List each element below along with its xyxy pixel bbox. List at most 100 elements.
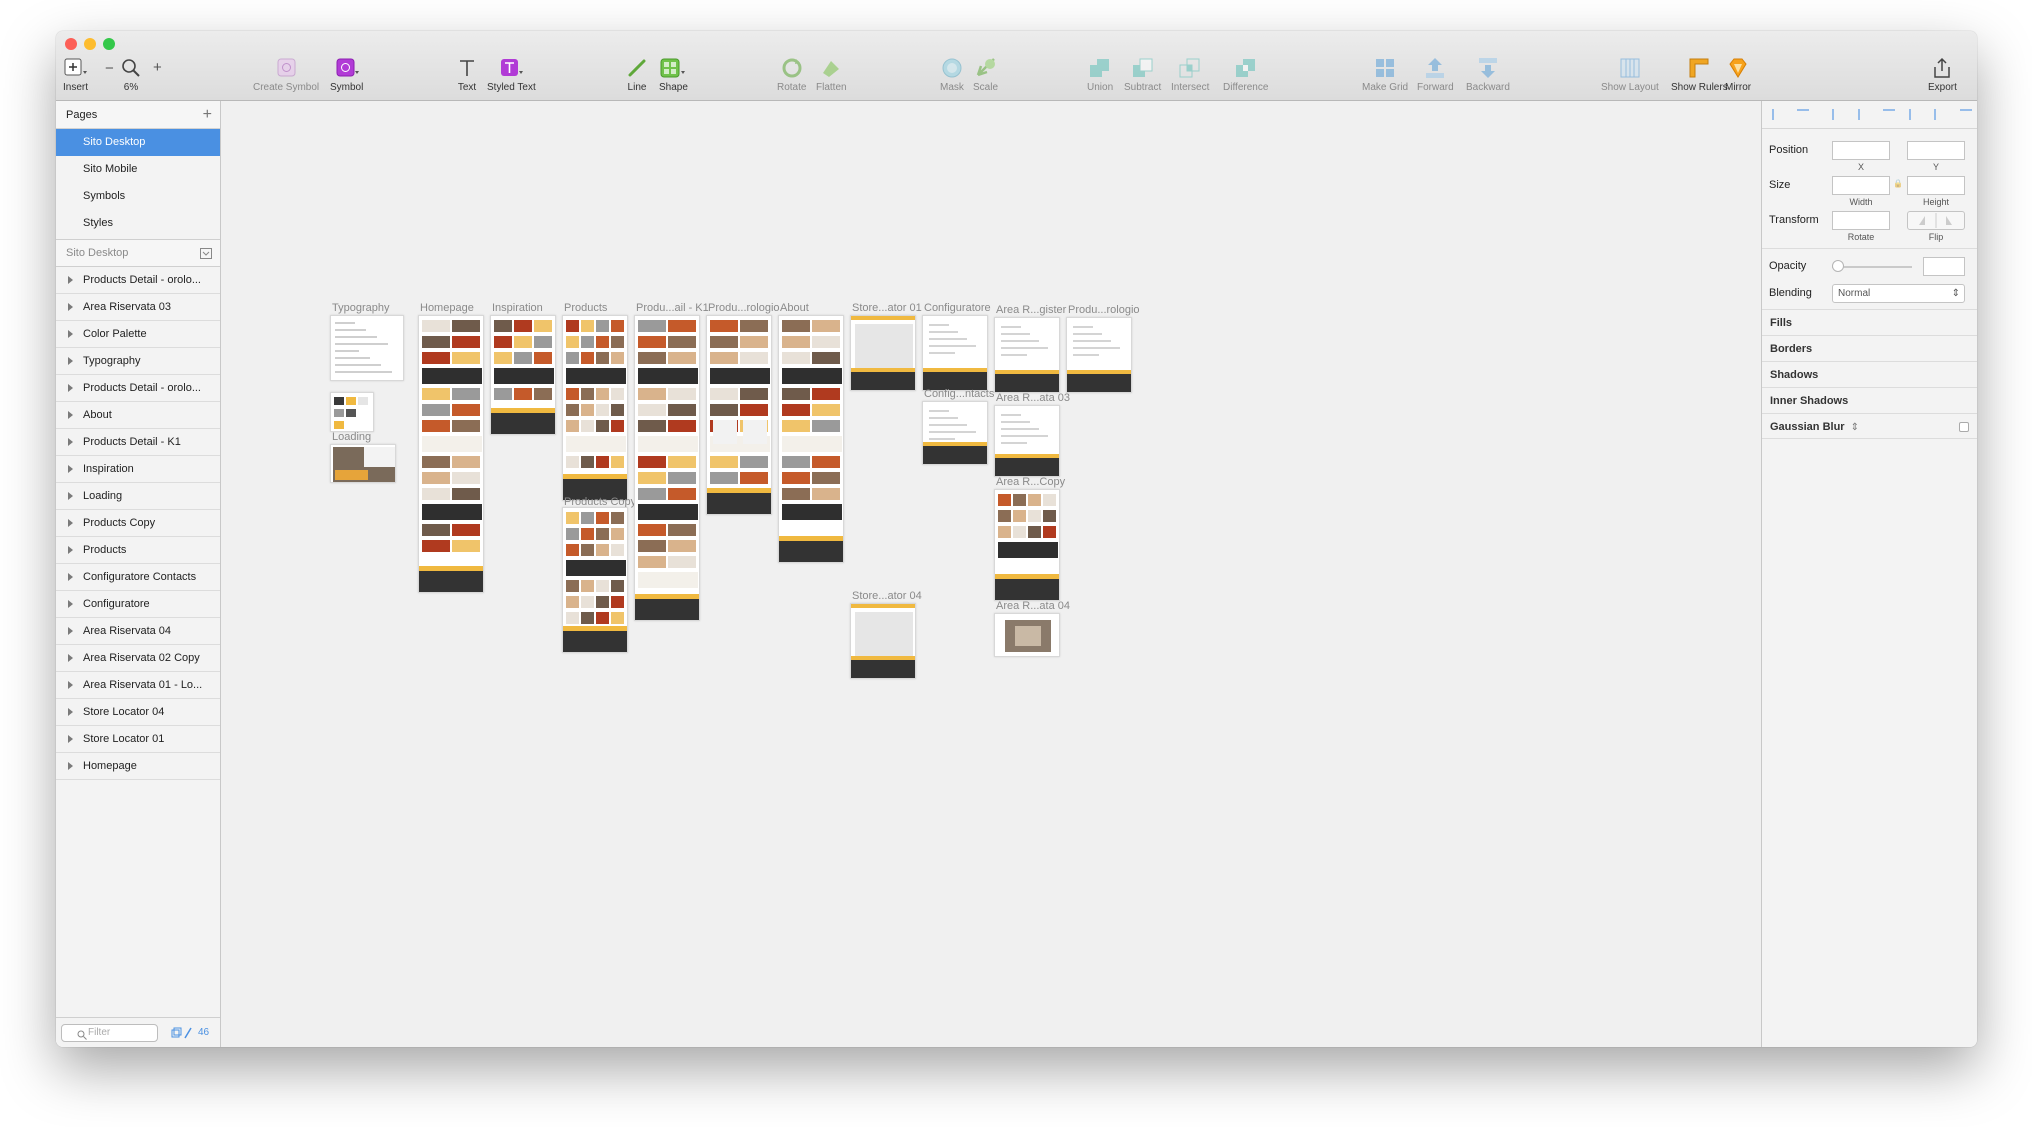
disclosure-triangle-icon[interactable] [68,411,73,419]
shadows-section[interactable]: Shadows [1762,361,1977,387]
align-icon[interactable] [1909,109,1921,120]
artboard-title[interactable]: Configuratore [924,302,991,314]
artboard-thumbnail[interactable] [994,317,1060,393]
insert-button[interactable]: Insert [63,55,88,93]
layer-row[interactable]: Store Locator 01 [56,726,220,753]
align-icon[interactable] [1883,109,1895,120]
x-field[interactable] [1832,141,1890,160]
disclosure-triangle-icon[interactable] [68,600,73,608]
disclosure-triangle-icon[interactable] [68,465,73,473]
rotate-field[interactable] [1832,211,1890,230]
artboard-thumbnail[interactable] [562,507,628,653]
artboard-title[interactable]: Typography [332,302,389,314]
artboard-thumbnail[interactable] [706,315,772,515]
artboard-thumbnail[interactable] [994,405,1060,477]
layer-row[interactable]: Homepage [56,753,220,780]
intersect-button[interactable]: Intersect [1171,55,1209,93]
add-page-icon[interactable]: + [203,106,212,124]
align-icon[interactable] [1960,109,1972,120]
disclosure-triangle-icon[interactable] [68,438,73,446]
artboard-title[interactable]: Area R...Copy [996,476,1065,488]
lock-ratio-icon[interactable]: 🔒 [1893,179,1903,188]
artboard-title[interactable]: Inspiration [492,302,543,314]
mirror-button[interactable]: Mirror [1725,55,1751,93]
layer-row[interactable]: Loading [56,483,220,510]
layer-filter-icon[interactable] [171,1027,195,1039]
align-icon[interactable] [1832,109,1844,120]
layer-row[interactable]: Area Riservata 02 Copy [56,645,220,672]
disclosure-triangle-icon[interactable] [68,276,73,284]
opacity-slider[interactable] [1832,266,1912,268]
artboard-thumbnail[interactable] [1066,317,1132,393]
difference-button[interactable]: Difference [1223,55,1268,93]
height-field[interactable] [1907,176,1965,195]
artboard-thumbnail[interactable] [850,603,916,679]
gaussian-blur-section[interactable]: Gaussian Blur ⇕ [1762,413,1977,439]
disclosure-triangle-icon[interactable] [68,708,73,716]
disclosure-triangle-icon[interactable] [68,654,73,662]
backward-button[interactable]: Backward [1466,55,1510,93]
layer-row[interactable]: Color Palette [56,321,220,348]
minimize-button[interactable] [84,38,96,50]
artboard-title[interactable]: Area R...ata 04 [996,600,1070,612]
artboard-thumbnail[interactable] [330,444,396,483]
zoom-out-button[interactable]: − [105,60,114,77]
collapse-layers-icon[interactable] [200,247,212,259]
artboard-thumbnail[interactable] [330,392,374,432]
artboard-thumbnail[interactable] [634,315,700,621]
zoom-window-button[interactable] [103,38,115,50]
artboard-thumbnail[interactable] [562,315,628,501]
opacity-field[interactable] [1923,257,1965,276]
artboard-title[interactable]: Products [564,302,607,314]
rotate-button[interactable]: Rotate [777,55,806,93]
fills-section[interactable]: Fills [1762,309,1977,335]
inner-shadows-section[interactable]: Inner Shadows [1762,387,1977,413]
blur-type-stepper-icon[interactable]: ⇕ [1851,422,1859,433]
canvas[interactable]: Typography Loading Homepage Inspiration Prod… [221,101,1761,1047]
layer-row[interactable]: Typography [56,348,220,375]
flip-buttons[interactable] [1907,211,1965,230]
disclosure-triangle-icon[interactable] [68,573,73,581]
disclosure-triangle-icon[interactable] [68,330,73,338]
width-field[interactable] [1832,176,1890,195]
artboard-title[interactable]: Produ...rologio [1068,304,1140,316]
artboard-thumbnail[interactable] [778,315,844,563]
layer-row[interactable]: Products Copy [56,510,220,537]
artboard-title[interactable]: Homepage [420,302,474,314]
disclosure-triangle-icon[interactable] [68,492,73,500]
line-tool-button[interactable]: Line [627,55,647,93]
styled-text-button[interactable]: Styled Text [487,55,536,93]
disclosure-triangle-icon[interactable] [68,546,73,554]
layer-row[interactable]: Store Locator 04 [56,699,220,726]
blur-toggle-checkbox[interactable] [1959,422,1969,432]
artboard-thumbnail[interactable] [330,315,404,381]
artboard-thumbnail[interactable] [922,315,988,391]
layer-row[interactable]: Area Riservata 03 [56,294,220,321]
artboard-title[interactable]: Area R...gister [996,304,1066,316]
artboard-title[interactable]: Area R...ata 03 [996,392,1070,404]
disclosure-triangle-icon[interactable] [68,357,73,365]
layer-row[interactable]: Products Detail - K1 [56,429,220,456]
layer-row[interactable]: Configuratore [56,591,220,618]
zoom-in-button[interactable]: + [153,59,162,76]
forward-button[interactable]: Forward [1417,55,1454,93]
align-icon[interactable] [1858,109,1870,120]
layer-row[interactable]: Products Detail - orolo... [56,375,220,402]
layer-row[interactable]: Configuratore Contacts [56,564,220,591]
layer-row[interactable]: About [56,402,220,429]
layer-row[interactable]: Products Detail - orolo... [56,267,220,294]
show-layout-button[interactable]: Show Layout [1601,55,1659,93]
artboard-thumbnail[interactable] [994,489,1060,601]
opacity-slider-knob[interactable] [1832,260,1844,272]
close-button[interactable] [65,38,77,50]
artboard-thumbnail[interactable] [922,401,988,465]
disclosure-triangle-icon[interactable] [68,627,73,635]
subtract-button[interactable]: Subtract [1124,55,1161,93]
align-icon[interactable] [1772,109,1784,120]
y-field[interactable] [1907,141,1965,160]
disclosure-triangle-icon[interactable] [68,681,73,689]
disclosure-triangle-icon[interactable] [68,384,73,392]
page-item-sito-mobile[interactable]: Sito Mobile [56,156,220,183]
zoom-control[interactable]: 6% [120,55,142,93]
layer-row[interactable]: Inspiration [56,456,220,483]
